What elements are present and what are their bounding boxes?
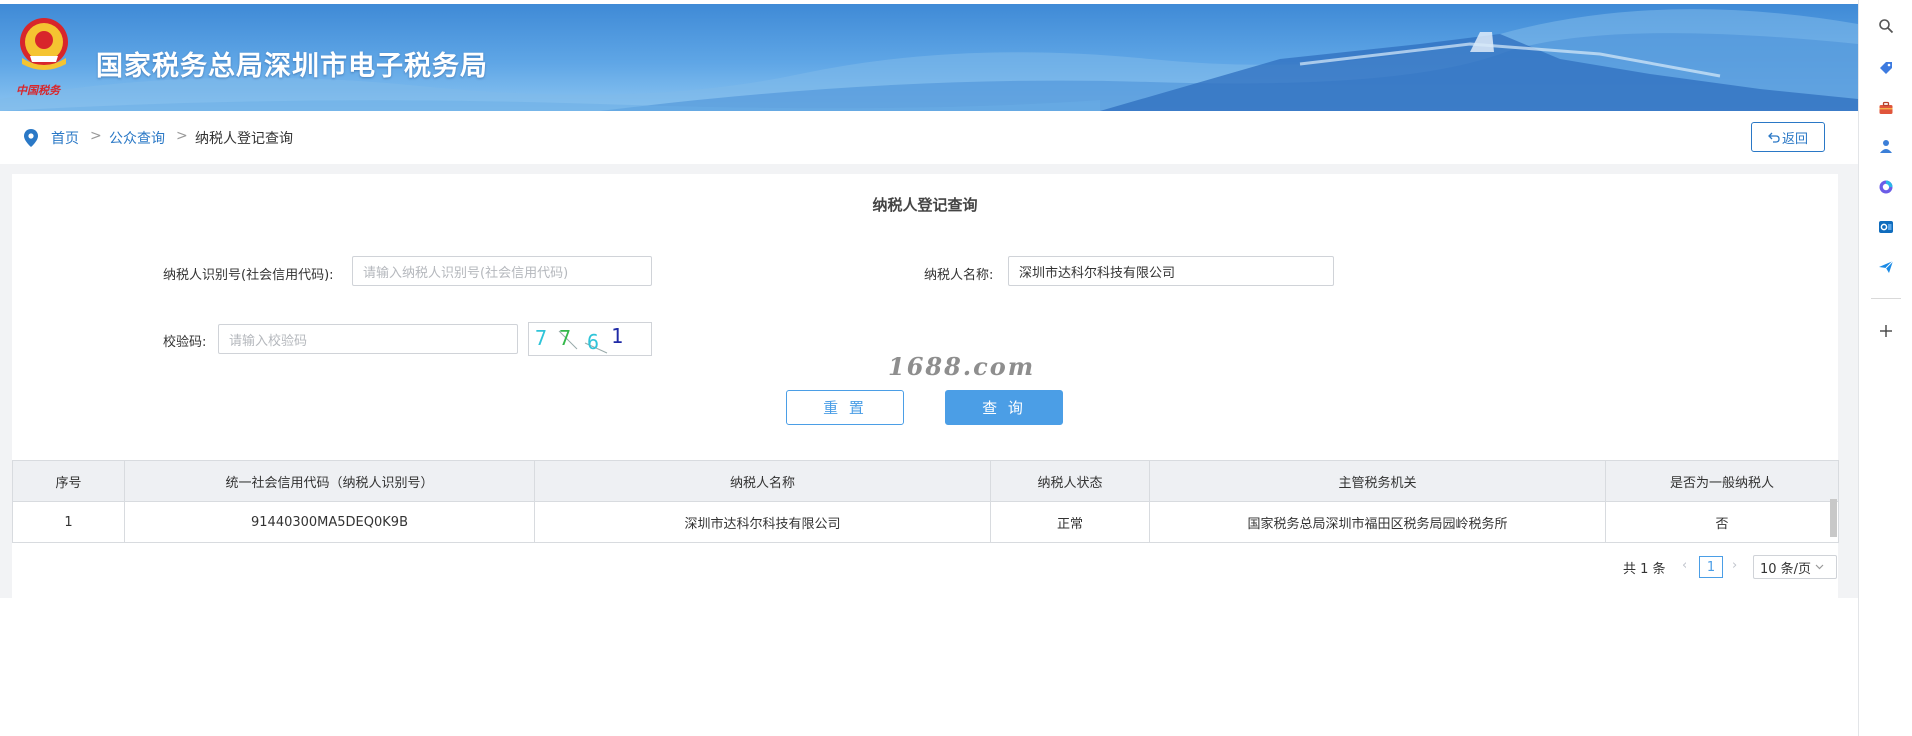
table-cell: 正常: [990, 501, 1150, 543]
tax-emblem-icon: [20, 18, 68, 70]
send-icon[interactable]: [1877, 258, 1895, 276]
query-panel: 纳税人登记查询 纳税人识别号(社会信用代码): 请输入纳税人识别号(社会信用代码…: [12, 174, 1839, 598]
outlook-icon[interactable]: [1877, 218, 1895, 236]
back-button-label: 返回: [1781, 131, 1808, 147]
location-pin-icon: [24, 129, 38, 147]
user-icon[interactable]: [1877, 137, 1895, 155]
next-page-icon[interactable]: ›: [1732, 558, 1737, 573]
search-icon[interactable]: [1877, 17, 1895, 35]
captcha-char: 7: [535, 326, 547, 350]
back-button[interactable]: 返回: [1751, 122, 1825, 152]
browser-sidebar: [1858, 0, 1912, 736]
total-count: 共 1 条: [1623, 562, 1666, 577]
breadcrumb-home[interactable]: 首页: [51, 128, 79, 148]
column-header: 序号: [12, 460, 125, 502]
column-header: 是否为一般纳税人: [1605, 460, 1839, 502]
briefcase-icon[interactable]: [1877, 99, 1895, 117]
prev-page-icon[interactable]: ‹: [1682, 558, 1687, 573]
table-cell: 国家税务总局深圳市福田区税务局园岭税务所: [1149, 501, 1606, 543]
sidebar-divider: [1871, 298, 1901, 299]
column-header: 纳税人名称: [534, 460, 991, 502]
results-table: 序号 统一社会信用代码（纳税人识别号） 纳税人名称 纳税人状态 主管税务机关 是…: [12, 460, 1839, 543]
captcha-image[interactable]: 7 7 6 1: [528, 322, 652, 356]
page-title: 纳税人登记查询: [872, 196, 978, 214]
table-header-row: 序号 统一社会信用代码（纳税人识别号） 纳税人名称 纳税人状态 主管税务机关 是…: [12, 460, 1839, 502]
undo-icon: [1768, 132, 1780, 143]
captcha-label: 校验码:: [163, 335, 207, 350]
page-number[interactable]: 1: [1699, 556, 1723, 578]
taxpayer-id-placeholder: 请输入纳税人识别号(社会信用代码): [363, 265, 569, 281]
taxpayer-name-label: 纳税人名称:: [924, 268, 994, 283]
column-header: 纳税人状态: [990, 460, 1150, 502]
tag-icon[interactable]: [1877, 59, 1895, 77]
breadcrumb-separator: >: [176, 128, 188, 144]
taxpayer-id-input[interactable]: 请输入纳税人识别号(社会信用代码): [352, 256, 652, 286]
chevron-down-icon: [1815, 564, 1824, 570]
table-cell: 1: [12, 501, 125, 543]
table-cell: 91440300MA5DEQ0K9B: [124, 501, 535, 543]
captcha-char: 1: [611, 324, 623, 348]
query-button[interactable]: 查 询: [945, 390, 1063, 425]
captcha-char: 7: [559, 326, 571, 350]
plus-icon[interactable]: [1877, 322, 1895, 340]
emblem-caption: 中国税务: [16, 84, 60, 97]
captcha-char: 6: [587, 330, 599, 354]
watermark: 1688.com: [888, 352, 1036, 381]
captcha-input[interactable]: 请输入校验码: [218, 324, 518, 354]
table-cell: 否: [1605, 501, 1839, 543]
breadcrumb: 首页 > 公众查询 > 纳税人登记查询 返回: [0, 111, 1858, 164]
table-row[interactable]: 1 91440300MA5DEQ0K9B 深圳市达科尔科技有限公司 正常 国家税…: [12, 501, 1839, 543]
column-header: 主管税务机关: [1149, 460, 1606, 502]
column-header: 统一社会信用代码（纳税人识别号）: [124, 460, 535, 502]
breadcrumb-current: 纳税人登记查询: [195, 131, 293, 147]
content-area: 纳税人登记查询 纳税人识别号(社会信用代码): 请输入纳税人识别号(社会信用代码…: [0, 164, 1858, 598]
captcha-placeholder: 请输入校验码: [229, 333, 308, 349]
table-scrollbar[interactable]: [1830, 499, 1837, 537]
header-banner: 中国税务 国家税务总局深圳市电子税务局: [0, 4, 1858, 111]
captcha-glyphs: 7 7 6 1: [535, 324, 623, 354]
copilot-icon[interactable]: [1877, 178, 1895, 196]
taxpayer-id-label: 纳税人识别号(社会信用代码):: [163, 268, 334, 283]
breadcrumb-separator: >: [90, 128, 102, 144]
table-cell: 深圳市达科尔科技有限公司: [534, 501, 991, 543]
taxpayer-name-value: 深圳市达科尔科技有限公司: [1019, 265, 1176, 281]
taxpayer-name-input[interactable]: 深圳市达科尔科技有限公司: [1008, 256, 1334, 286]
reset-button[interactable]: 重 置: [786, 390, 904, 425]
page-size-value: 10 条/页: [1760, 561, 1812, 577]
breadcrumb-public-query[interactable]: 公众查询: [109, 128, 165, 148]
page-size-select[interactable]: 10 条/页: [1753, 555, 1837, 579]
site-title: 国家税务总局深圳市电子税务局: [96, 51, 488, 82]
